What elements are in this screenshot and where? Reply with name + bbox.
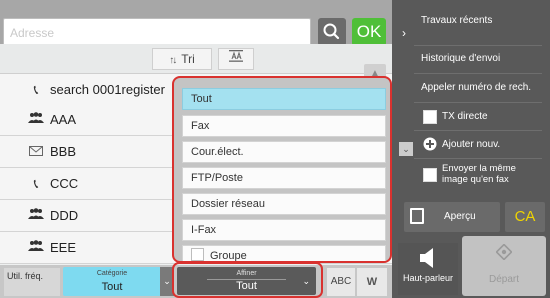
ca-button[interactable]: CA bbox=[505, 202, 545, 232]
address-label: search 0001register bbox=[50, 82, 165, 97]
divider bbox=[414, 73, 542, 74]
abc-index-button[interactable]: ABC bbox=[327, 268, 355, 296]
category-caption: Catégorie bbox=[96, 270, 128, 277]
sort-icon: ↑↓ bbox=[169, 55, 177, 66]
phone-icon: 📞︎ bbox=[33, 82, 39, 97]
option-group[interactable]: Groupe bbox=[182, 245, 386, 262]
speaker-label: Haut-parleur bbox=[402, 273, 454, 283]
search-icon bbox=[323, 23, 340, 40]
call-search-number-button[interactable]: Appeler numéro de rech. bbox=[421, 82, 550, 94]
alpha-index-button[interactable] bbox=[218, 48, 254, 70]
option-email[interactable]: Cour.élect. bbox=[182, 141, 386, 163]
preview-label: Aperçu bbox=[444, 211, 476, 222]
refine-selector[interactable]: Affiner Tout ⌄ bbox=[177, 267, 316, 295]
speaker-button[interactable]: Haut-parleur bbox=[398, 243, 458, 295]
address-label: DDD bbox=[50, 208, 79, 223]
category-value: Tout bbox=[101, 281, 123, 293]
start-icon bbox=[496, 244, 512, 260]
option-network-folder[interactable]: Dossier réseau bbox=[182, 193, 386, 215]
group-checkbox bbox=[191, 248, 204, 261]
chevron-down-icon[interactable]: ⌄ bbox=[399, 142, 413, 156]
ok-button[interactable]: OK bbox=[352, 18, 386, 46]
start-button[interactable]: Départ bbox=[462, 236, 546, 296]
option-all[interactable]: Tout bbox=[182, 88, 386, 110]
start-label: Départ bbox=[488, 274, 519, 285]
address-label: EEE bbox=[50, 240, 77, 255]
send-same-image-label: Envoyer la même image qu'en fax bbox=[442, 163, 516, 185]
speaker-icon bbox=[420, 248, 433, 268]
email-icon bbox=[28, 144, 44, 160]
refine-caption: Affiner bbox=[236, 270, 257, 277]
search-button[interactable] bbox=[318, 18, 346, 46]
frequent-use-tab[interactable]: Util. fréq. bbox=[4, 268, 60, 296]
refine-value: Tout bbox=[236, 280, 257, 292]
alpha-sort-icon bbox=[229, 50, 243, 62]
sort-row: ↑↓ Tri bbox=[0, 44, 392, 74]
plus-circle-icon bbox=[423, 137, 437, 151]
tx-direct-label: TX directe bbox=[442, 111, 488, 122]
option-fax[interactable]: Fax bbox=[182, 115, 386, 137]
divider bbox=[414, 102, 542, 103]
divider bbox=[414, 130, 542, 131]
sort-label: Tri bbox=[181, 52, 195, 66]
option-group-label: Groupe bbox=[210, 250, 247, 262]
recent-jobs-button[interactable]: Travaux récents bbox=[421, 15, 550, 27]
chevron-down-icon: ⌄ bbox=[302, 276, 310, 286]
category-selector[interactable]: Catégorie Tout bbox=[63, 267, 161, 296]
option-ftp[interactable]: FTP/Poste bbox=[182, 167, 386, 189]
sort-button[interactable]: ↑↓ Tri bbox=[152, 48, 212, 70]
w-index-button[interactable]: W bbox=[357, 268, 387, 296]
send-same-image-checkbox[interactable] bbox=[423, 168, 437, 182]
add-new-button[interactable]: Ajouter nouv. bbox=[442, 139, 550, 151]
preview-icon bbox=[410, 208, 424, 224]
option-ifax[interactable]: I-Fax bbox=[182, 219, 386, 241]
address-label: BBB bbox=[50, 144, 77, 159]
address-label: CCC bbox=[50, 176, 79, 191]
group-icon bbox=[28, 208, 44, 224]
tx-direct-checkbox[interactable] bbox=[423, 110, 437, 124]
group-icon bbox=[28, 112, 44, 128]
preview-button[interactable]: Aperçu bbox=[404, 202, 500, 232]
group-icon bbox=[28, 240, 44, 256]
divider bbox=[414, 45, 542, 46]
chevron-right-icon[interactable]: › bbox=[397, 24, 411, 42]
divider bbox=[414, 158, 542, 159]
send-history-button[interactable]: Historique d'envoi bbox=[421, 53, 550, 65]
phone-icon: 📞︎ bbox=[33, 176, 39, 191]
refine-dropdown-list: Tout Fax Cour.élect. FTP/Poste Dossier r… bbox=[172, 76, 392, 263]
address-label: AAA bbox=[50, 112, 77, 127]
